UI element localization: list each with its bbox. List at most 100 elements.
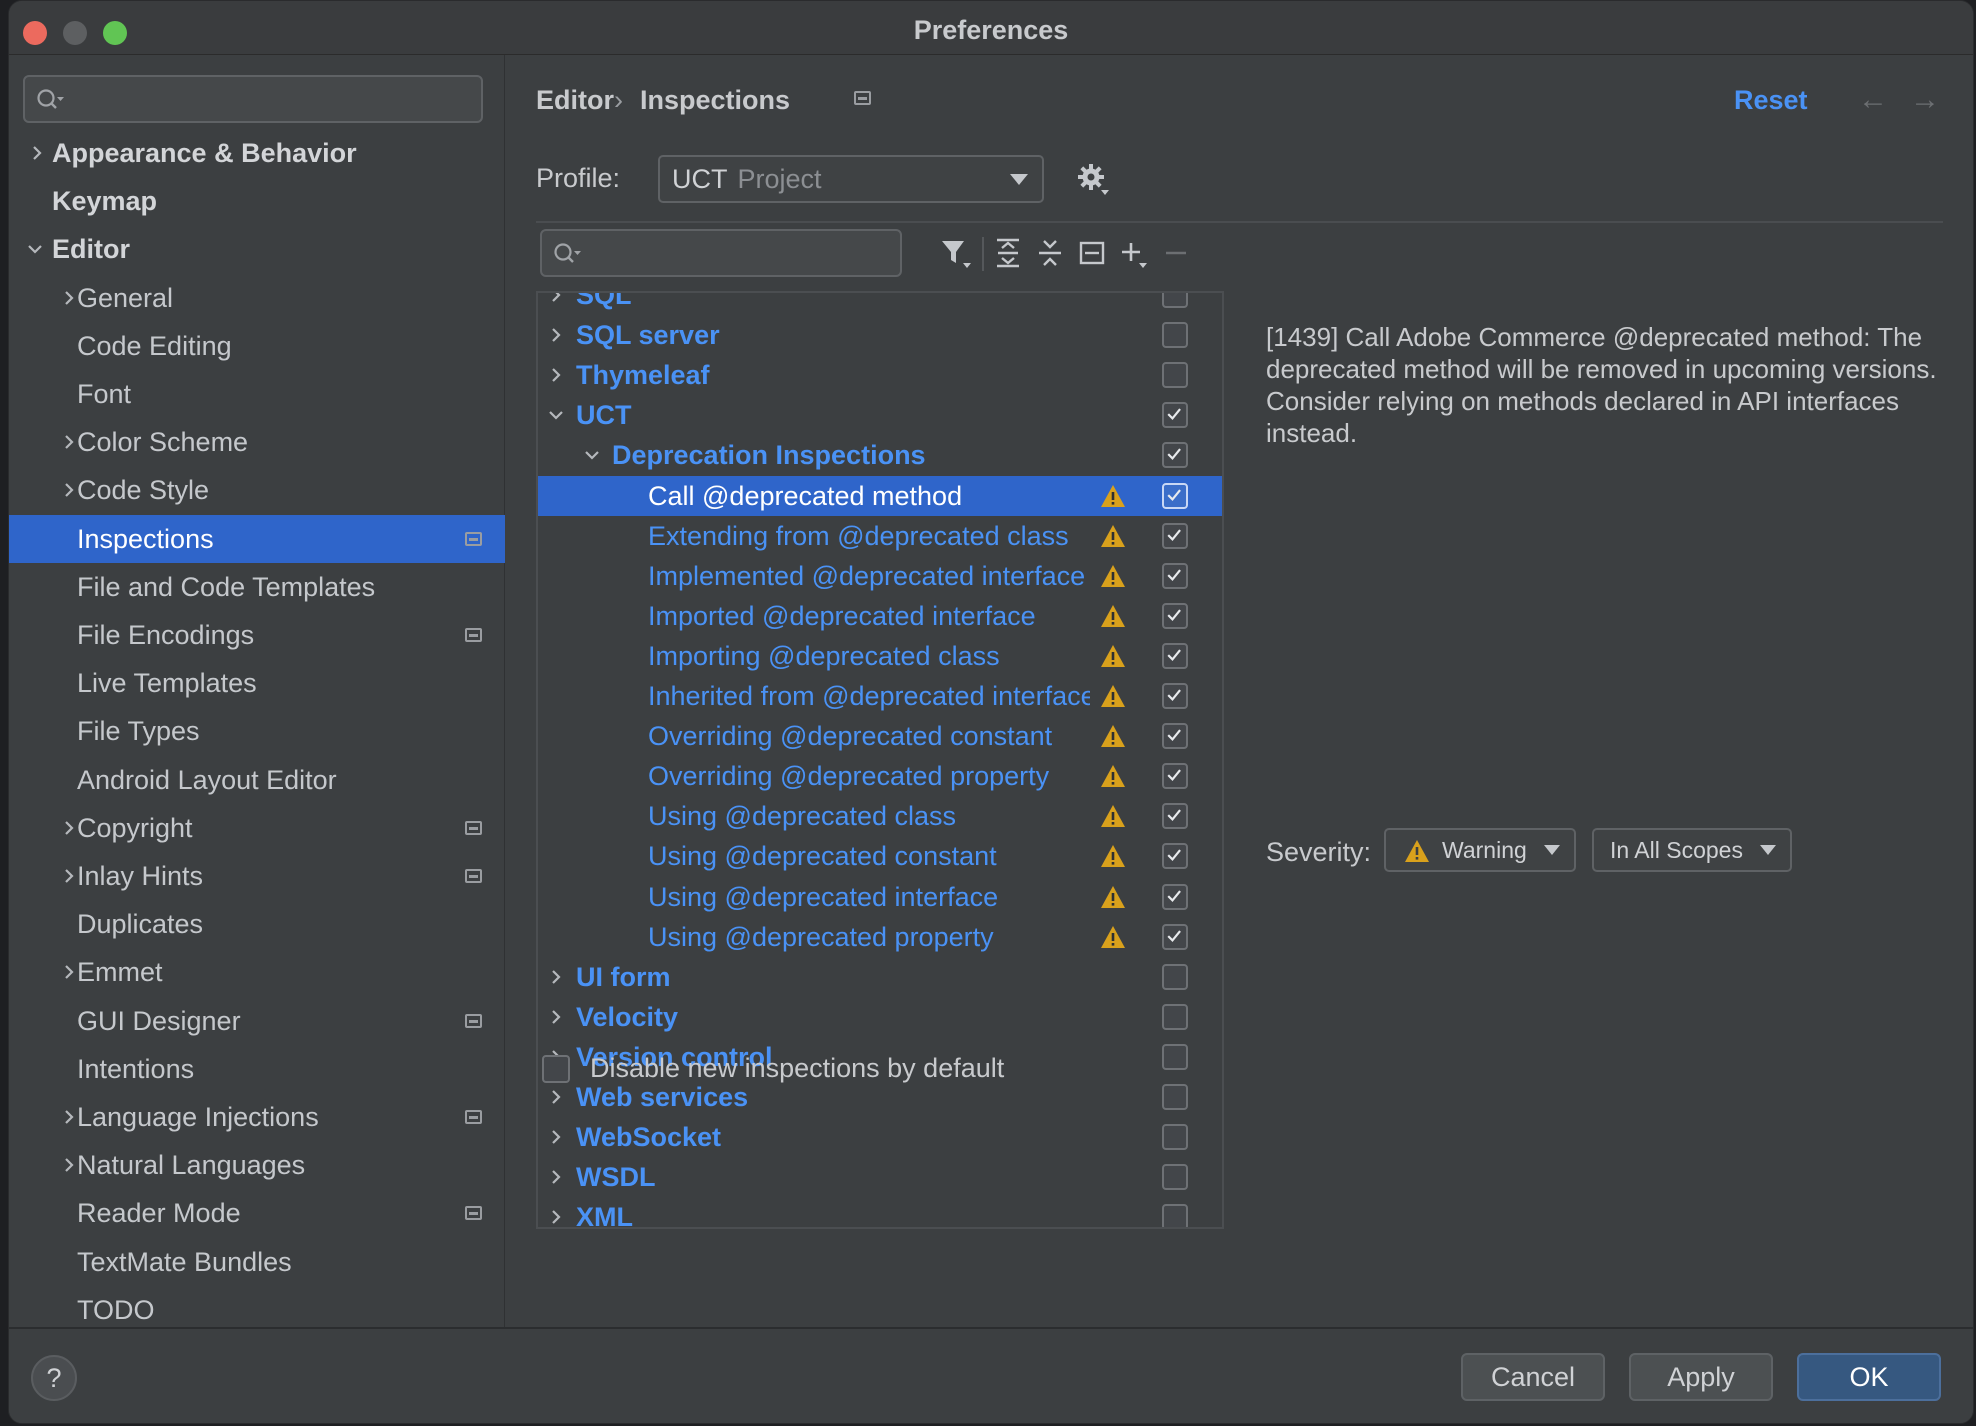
inspection-enabled-checkbox[interactable] <box>1162 803 1188 830</box>
expand-all-icon[interactable] <box>990 235 1026 271</box>
inspection-row[interactable]: Using @deprecated constant <box>538 836 1222 876</box>
chevron-right-icon[interactable] <box>59 432 79 452</box>
sidebar-item[interactable]: Emmet <box>9 948 505 996</box>
chevron-right-icon[interactable] <box>59 1155 79 1175</box>
inspection-row[interactable]: Overriding @deprecated property <box>538 756 1222 796</box>
sidebar-item[interactable]: GUI Designer <box>9 997 505 1045</box>
disable-new-inspections-checkbox[interactable] <box>542 1055 570 1083</box>
inspection-row[interactable]: Using @deprecated class <box>538 796 1222 836</box>
add-icon[interactable] <box>1116 235 1152 271</box>
inspection-enabled-checkbox[interactable] <box>1162 402 1188 429</box>
chevron-right-icon[interactable] <box>27 143 47 163</box>
chevron-right-icon[interactable] <box>546 967 566 987</box>
profile-dropdown[interactable]: UCT Project <box>658 155 1044 203</box>
sidebar-item[interactable]: TextMate Bundles <box>9 1238 505 1286</box>
inspection-row[interactable]: Overriding @deprecated constant <box>538 716 1222 756</box>
chevron-right-icon[interactable] <box>546 1167 566 1187</box>
inspection-row[interactable]: WSDL <box>538 1157 1222 1197</box>
sidebar-item[interactable]: Copyright <box>9 804 505 852</box>
sidebar-item[interactable]: File Types <box>9 707 505 755</box>
sidebar-item[interactable]: Editor <box>9 225 505 273</box>
inspection-row[interactable]: Deprecation Inspections <box>538 435 1222 475</box>
inspection-enabled-checkbox[interactable] <box>1162 293 1188 308</box>
sidebar-item[interactable]: Reader Mode <box>9 1189 505 1237</box>
sidebar-item[interactable]: File Encodings <box>9 611 505 659</box>
chevron-right-icon[interactable] <box>59 866 79 886</box>
inspection-enabled-checkbox[interactable] <box>1162 723 1188 750</box>
inspection-row[interactable]: UI form <box>538 957 1222 997</box>
forward-arrow-icon[interactable]: → <box>1910 83 1940 117</box>
chevron-right-icon[interactable] <box>59 288 79 308</box>
inspection-row[interactable]: Velocity <box>538 997 1222 1037</box>
inspection-row[interactable]: SQL server <box>538 315 1222 355</box>
inspections-search-input[interactable] <box>540 229 902 277</box>
chevron-right-icon[interactable] <box>546 1127 566 1147</box>
inspection-row[interactable]: Extending from @deprecated class <box>538 516 1222 556</box>
settings-search-input[interactable] <box>23 75 483 123</box>
sidebar-item[interactable]: Keymap <box>9 177 505 225</box>
collapse-all-icon[interactable] <box>1032 235 1068 271</box>
inspection-row[interactable]: Call @deprecated method <box>538 475 1222 516</box>
sidebar-item[interactable]: Intentions <box>9 1045 505 1093</box>
inspection-enabled-checkbox[interactable] <box>1162 642 1188 669</box>
scope-dropdown[interactable]: In All Scopes <box>1592 828 1792 872</box>
breadcrumb-editor[interactable]: Editor <box>536 85 614 116</box>
inspection-row[interactable]: WebSocket <box>538 1117 1222 1157</box>
inspection-enabled-checkbox[interactable] <box>1162 923 1188 950</box>
inspection-enabled-checkbox[interactable] <box>1162 442 1188 469</box>
inspection-row[interactable]: Imported @deprecated interface <box>538 596 1222 636</box>
inspection-row[interactable]: Using @deprecated interface <box>538 877 1222 917</box>
sidebar-item[interactable]: Duplicates <box>9 900 505 948</box>
sidebar-item[interactable]: Inspections <box>9 514 505 563</box>
inspection-enabled-checkbox[interactable] <box>1162 1164 1188 1191</box>
inspection-row[interactable]: UCT <box>538 395 1222 435</box>
sidebar-item[interactable]: Color Scheme <box>9 418 505 466</box>
inspection-enabled-checkbox[interactable] <box>1162 482 1188 509</box>
inspection-enabled-checkbox[interactable] <box>1162 763 1188 790</box>
sidebar-item[interactable]: Code Editing <box>9 322 505 370</box>
chevron-right-icon[interactable] <box>546 291 566 305</box>
remove-icon[interactable] <box>1158 235 1194 271</box>
inspection-enabled-checkbox[interactable] <box>1162 1043 1188 1070</box>
sidebar-item[interactable]: Natural Languages <box>9 1141 505 1189</box>
sidebar-item[interactable]: Inlay Hints <box>9 852 505 900</box>
sidebar-item[interactable]: Language Injections <box>9 1093 505 1141</box>
chevron-down-icon[interactable] <box>546 405 566 425</box>
disable-new-inspections-label[interactable]: Disable new inspections by default <box>590 1053 1004 1084</box>
cancel-button[interactable]: Cancel <box>1461 1353 1605 1401</box>
chevron-right-icon[interactable] <box>59 480 79 500</box>
chevron-right-icon[interactable] <box>59 962 79 982</box>
ok-button[interactable]: OK <box>1797 1353 1941 1401</box>
inspection-enabled-checkbox[interactable] <box>1162 963 1188 990</box>
inspection-enabled-checkbox[interactable] <box>1162 322 1188 349</box>
inspection-enabled-checkbox[interactable] <box>1162 843 1188 870</box>
inspection-row[interactable]: SQL <box>538 291 1222 315</box>
inspection-row[interactable]: Thymeleaf <box>538 355 1222 395</box>
chevron-right-icon[interactable] <box>546 325 566 345</box>
chevron-right-icon[interactable] <box>546 1207 566 1227</box>
help-button[interactable]: ? <box>31 1355 77 1401</box>
severity-dropdown[interactable]: Warning <box>1384 828 1576 872</box>
chevron-down-icon[interactable] <box>25 239 45 259</box>
gear-icon[interactable] <box>1076 162 1110 196</box>
chevron-down-icon[interactable] <box>582 445 602 465</box>
filter-icon[interactable] <box>938 235 974 271</box>
sidebar-item[interactable]: Code Style <box>9 466 505 514</box>
inspection-enabled-checkbox[interactable] <box>1162 602 1188 629</box>
sidebar-item[interactable]: Android Layout Editor <box>9 756 505 804</box>
reset-to-empty-icon[interactable] <box>1074 235 1110 271</box>
inspection-enabled-checkbox[interactable] <box>1162 1204 1188 1227</box>
chevron-right-icon[interactable] <box>546 365 566 385</box>
inspection-enabled-checkbox[interactable] <box>1162 522 1188 549</box>
chevron-right-icon[interactable] <box>59 818 79 838</box>
inspection-enabled-checkbox[interactable] <box>1162 683 1188 709</box>
inspection-enabled-checkbox[interactable] <box>1162 1084 1188 1110</box>
sidebar-item[interactable]: General <box>9 274 505 322</box>
sidebar-item[interactable]: Appearance & Behavior <box>9 129 505 177</box>
inspection-row[interactable]: Importing @deprecated class <box>538 636 1222 676</box>
inspection-enabled-checkbox[interactable] <box>1162 362 1188 389</box>
inspection-enabled-checkbox[interactable] <box>1162 562 1188 589</box>
inspection-row[interactable]: XML <box>538 1197 1222 1227</box>
sidebar-item[interactable]: Live Templates <box>9 659 505 707</box>
chevron-right-icon[interactable] <box>59 1107 79 1127</box>
